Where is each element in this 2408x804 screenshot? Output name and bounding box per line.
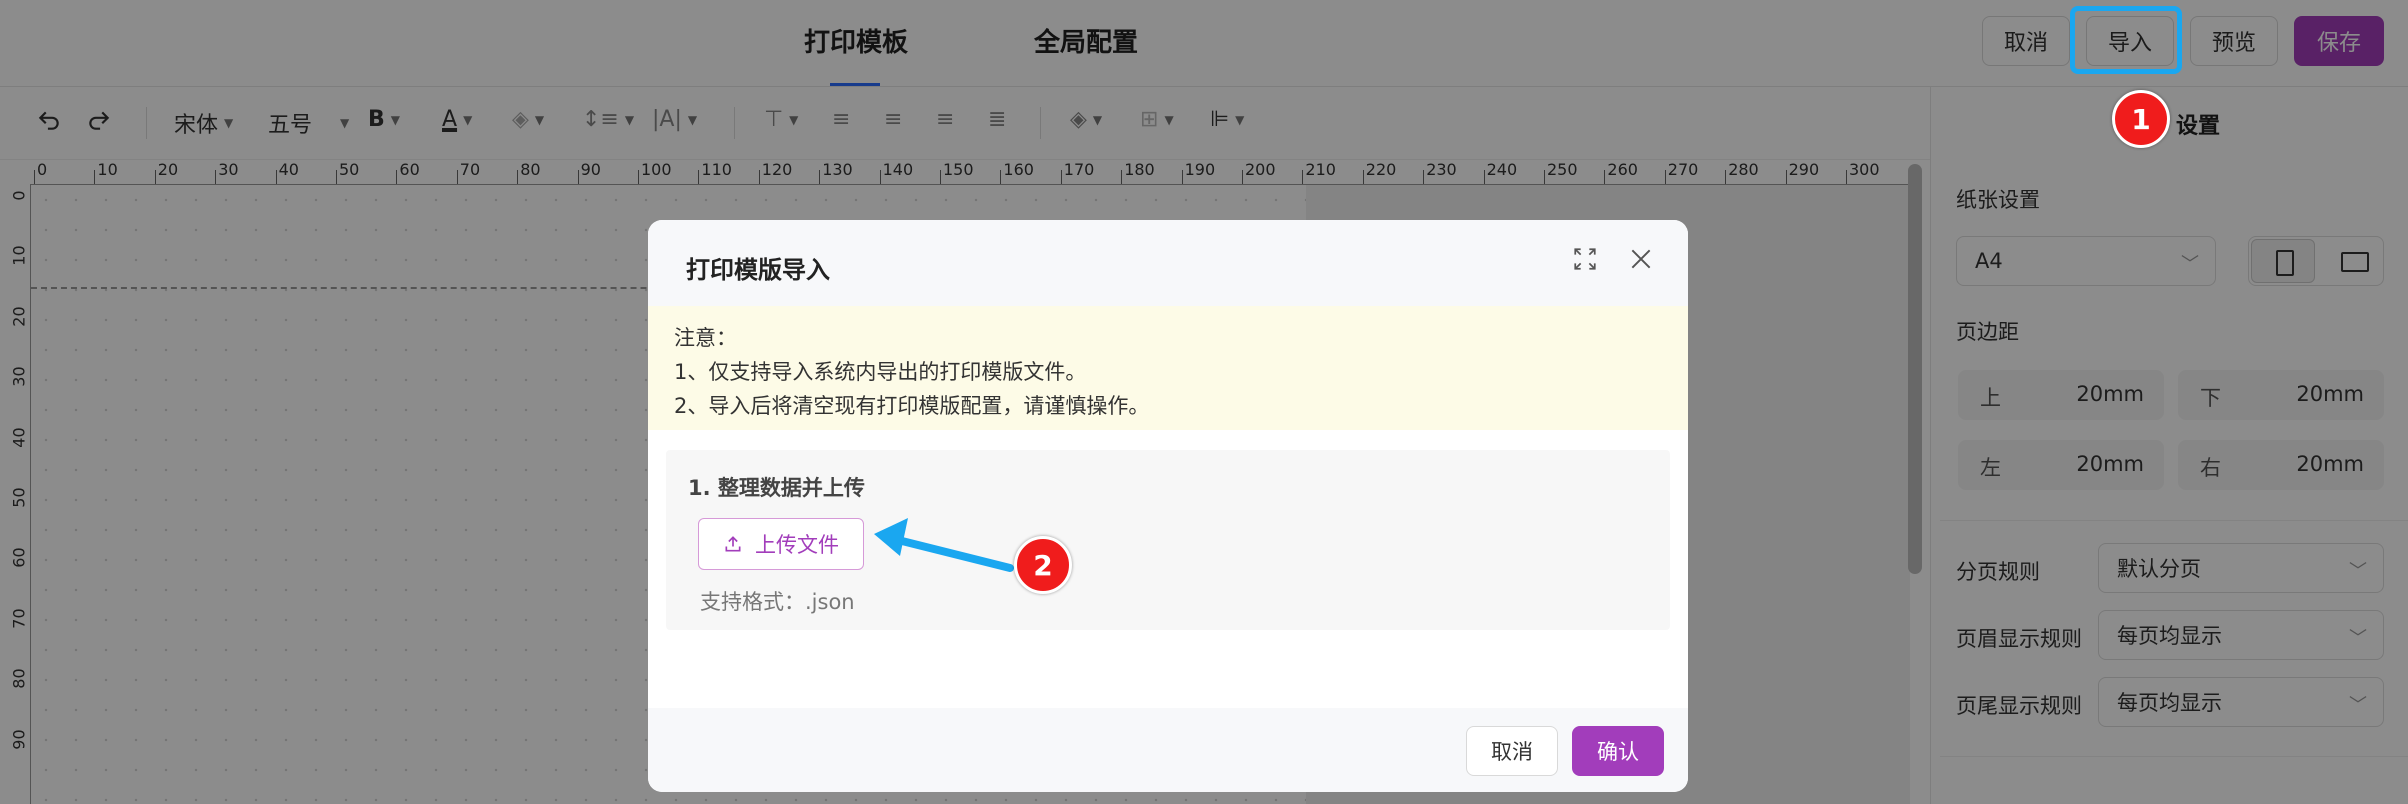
arrow-annotation: [874, 518, 1014, 572]
step-marker-2: 2: [1014, 536, 1072, 594]
